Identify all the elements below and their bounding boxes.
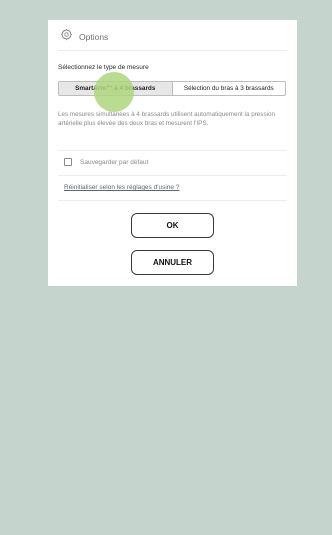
ok-button[interactable]: OK xyxy=(131,213,214,238)
gear-icon xyxy=(60,28,73,46)
measure-type-selector: SmartArm™ à 4 brassards Sélection du bra… xyxy=(58,81,286,96)
dialog-header: Options xyxy=(60,28,109,46)
options-dialog: Options Sélectionnez le type de mesure S… xyxy=(48,20,297,286)
save-default-row[interactable]: Sauvegarder par défaut xyxy=(64,158,148,166)
touch-indicator xyxy=(94,72,134,112)
divider xyxy=(58,150,287,151)
header-divider xyxy=(58,50,287,51)
mode-description: Les mesures simultanées à 4 brassards ut… xyxy=(58,111,276,127)
divider xyxy=(58,175,287,176)
reset-factory-link[interactable]: Réinitialiser selon les réglages d'usine… xyxy=(64,184,179,191)
measure-type-label: Sélectionnez le type de mesure xyxy=(58,64,149,71)
save-default-label: Sauvegarder par défaut xyxy=(80,158,149,166)
option-3-cuffs-arm-selection[interactable]: Sélection du bras à 3 brassards xyxy=(173,82,286,95)
dialog-title: Options xyxy=(79,32,109,42)
divider xyxy=(58,200,287,201)
cancel-button[interactable]: ANNULER xyxy=(131,250,214,275)
save-default-checkbox[interactable] xyxy=(64,158,72,166)
